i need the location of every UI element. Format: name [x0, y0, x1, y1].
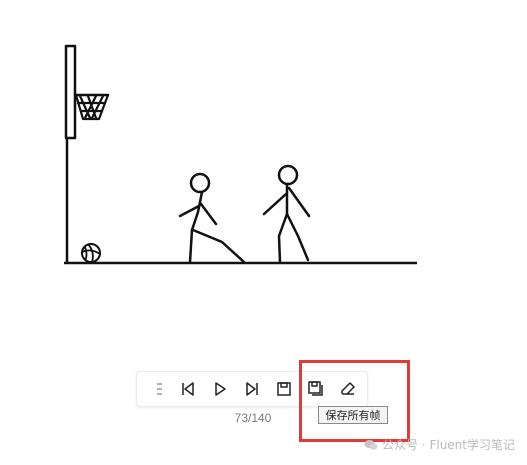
first-frame-icon: [182, 382, 194, 396]
stick-figure-left: [178, 172, 246, 264]
basketball-hoop: [64, 44, 110, 264]
highlight-box: [299, 360, 410, 442]
play-icon: [215, 382, 226, 396]
first-frame-button[interactable]: [177, 378, 199, 400]
last-frame-icon: [246, 382, 258, 396]
play-button[interactable]: [209, 378, 231, 400]
save-frame-icon: [277, 382, 291, 396]
watermark: 公众号 · Fluent学习笔记: [364, 436, 515, 453]
stick-figure-right: [262, 164, 311, 264]
save-frame-button[interactable]: [273, 378, 295, 400]
wechat-icon: [364, 439, 378, 450]
watermark-text: 公众号 · Fluent学习笔记: [382, 438, 515, 452]
basketball: [81, 243, 101, 263]
last-frame-button[interactable]: [241, 378, 263, 400]
frame-counter: 73/140: [234, 411, 272, 425]
menu-button[interactable]: [145, 378, 167, 400]
animation-canvas[interactable]: [0, 0, 527, 350]
menu-icon: [157, 383, 162, 395]
